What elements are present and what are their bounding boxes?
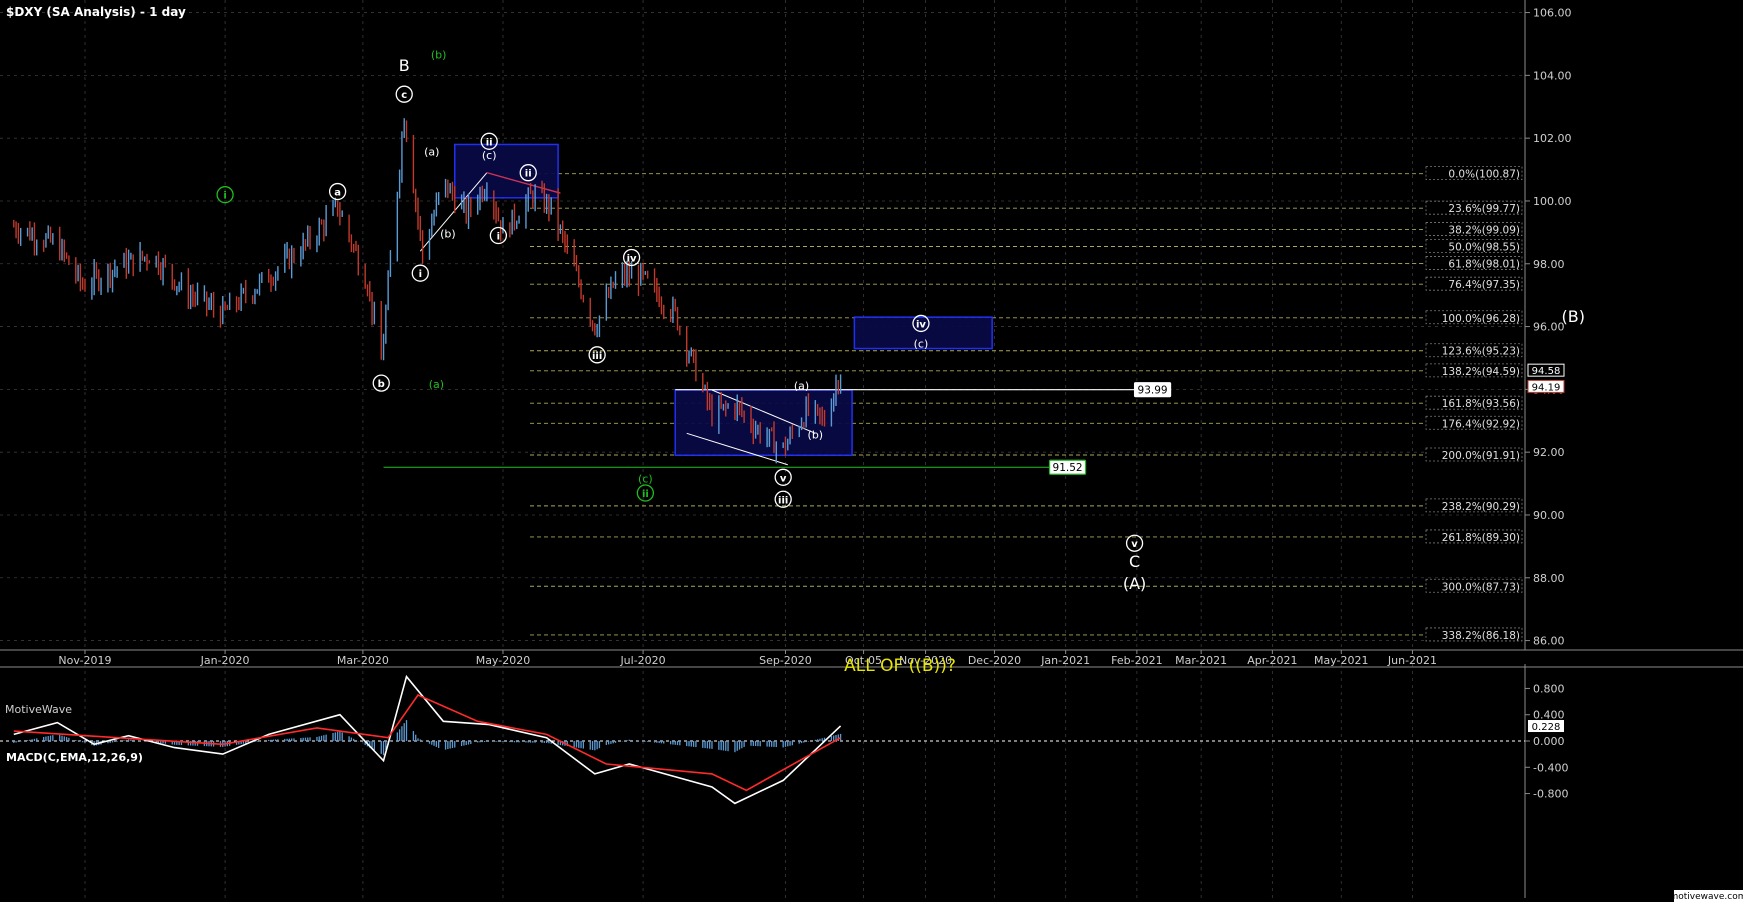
macd-y-label: 0.400 — [1533, 709, 1565, 722]
level-tag: 93.99 — [1138, 385, 1168, 397]
x-tick-label: May-2021 — [1314, 654, 1369, 667]
wave-label: (a) — [424, 146, 439, 159]
wave-label: ii — [486, 137, 493, 148]
wave-label: iii — [778, 495, 788, 506]
fib-label: 338.2%(86.18) — [1442, 630, 1520, 642]
footer-brand: motivewave.com — [1670, 892, 1743, 902]
x-tick-label: Jan-2020 — [200, 654, 250, 667]
wave-label: ii — [642, 489, 649, 500]
y-tick-label: 98.00 — [1533, 258, 1565, 271]
y-tick-label: 96.00 — [1533, 321, 1565, 334]
x-tick-label: Jan-2021 — [1040, 654, 1090, 667]
wave-label: (c) — [914, 337, 929, 350]
fib-label: 0.0%(100.87) — [1448, 169, 1520, 181]
x-tick-label: May-2020 — [476, 654, 531, 667]
level-tag: 91.52 — [1053, 462, 1083, 474]
macd-y-label: 0.800 — [1533, 682, 1565, 695]
x-tick-label: Apr-2021 — [1247, 654, 1297, 667]
macd-value-tag: 0.228 — [1532, 722, 1561, 733]
wave-label: v — [1131, 539, 1138, 550]
fib-label: 261.8%(89.30) — [1442, 532, 1520, 544]
y-tick-label: 86.00 — [1533, 635, 1565, 648]
x-tick-label: Feb-2021 — [1111, 654, 1162, 667]
fib-label: 123.6%(95.23) — [1442, 346, 1520, 358]
macd-title: MACD(C,EMA,12,26,9) — [6, 751, 143, 764]
x-tick-label: Sep-2020 — [759, 654, 812, 667]
fib-label: 200.0%(91.91) — [1442, 450, 1520, 462]
annotation-text: ALL OF ((B))? — [844, 656, 956, 676]
wave-label: C — [1129, 552, 1140, 571]
x-tick-label: Jun-2021 — [1387, 654, 1437, 667]
fib-label: 61.8%(98.01) — [1448, 258, 1520, 270]
macd-y-label: -0.400 — [1533, 761, 1568, 774]
wave-label: i — [497, 232, 500, 243]
x-tick-label: Jul-2020 — [619, 654, 665, 667]
wave-label: i — [223, 191, 226, 202]
fib-label: 161.8%(93.56) — [1442, 398, 1520, 410]
target-box — [674, 389, 853, 457]
wave-label: a — [334, 188, 341, 199]
wave-label: (A) — [1123, 574, 1146, 593]
x-tick-label: Nov-2019 — [58, 654, 111, 667]
fib-label: 300.0%(87.73) — [1442, 581, 1520, 593]
y-tick-label: 88.00 — [1533, 572, 1565, 585]
fib-label: 238.2%(90.29) — [1442, 501, 1520, 513]
y-tick-label: 92.00 — [1533, 446, 1565, 459]
fib-label: 50.0%(98.55) — [1448, 241, 1520, 253]
fib-label: 138.2%(94.59) — [1442, 366, 1520, 378]
y-tick-label: 90.00 — [1533, 509, 1565, 522]
x-tick-label: Dec-2020 — [968, 654, 1021, 667]
wave-label: (a) — [794, 380, 809, 393]
price-tag: 94.19 — [1532, 382, 1561, 393]
y-tick-label: 104.00 — [1533, 69, 1572, 82]
price-tag: 94.58 — [1532, 366, 1561, 377]
macd-y-label: 0.000 — [1533, 735, 1565, 748]
wave-label: (B) — [1561, 307, 1584, 326]
chart-title: $DXY (SA Analysis) - 1 day — [6, 5, 186, 19]
wave-label: B — [399, 56, 410, 75]
x-tick-label: Mar-2020 — [337, 654, 389, 667]
fib-label: 23.6%(99.77) — [1448, 203, 1520, 215]
wave-label: (b) — [431, 48, 447, 61]
wave-label: (c) — [482, 149, 497, 162]
wave-label: b — [378, 379, 385, 390]
macd-y-label: -0.800 — [1533, 788, 1568, 801]
wave-label: (b) — [808, 428, 824, 441]
wave-label: (a) — [429, 378, 444, 391]
x-tick-label: Mar-2021 — [1175, 654, 1227, 667]
y-tick-label: 106.00 — [1533, 7, 1572, 20]
dxy-chart: 0.0%(100.87) 23.6%(99.77) 38.2%(99.09) 50.0… — [0, 0, 1743, 902]
fib-label: 100.0%(96.28) — [1442, 313, 1520, 325]
watermark: MotiveWave — [5, 703, 72, 716]
y-tick-label: 102.00 — [1533, 132, 1572, 145]
wave-label: iv — [916, 319, 926, 330]
wave-label: (c) — [638, 472, 653, 485]
wave-label: v — [780, 473, 787, 484]
fib-label: 176.4%(92.92) — [1442, 418, 1520, 430]
wave-label: c — [401, 90, 407, 101]
wave-label: (b) — [440, 227, 456, 240]
wave-label: iii — [592, 351, 602, 362]
fib-label: 76.4%(97.35) — [1448, 279, 1520, 291]
y-tick-label: 100.00 — [1533, 195, 1572, 208]
wave-label: ii — [525, 169, 532, 180]
wave-label: iv — [627, 253, 637, 264]
wave-label: i — [419, 269, 422, 280]
fib-label: 38.2%(99.09) — [1448, 225, 1520, 237]
